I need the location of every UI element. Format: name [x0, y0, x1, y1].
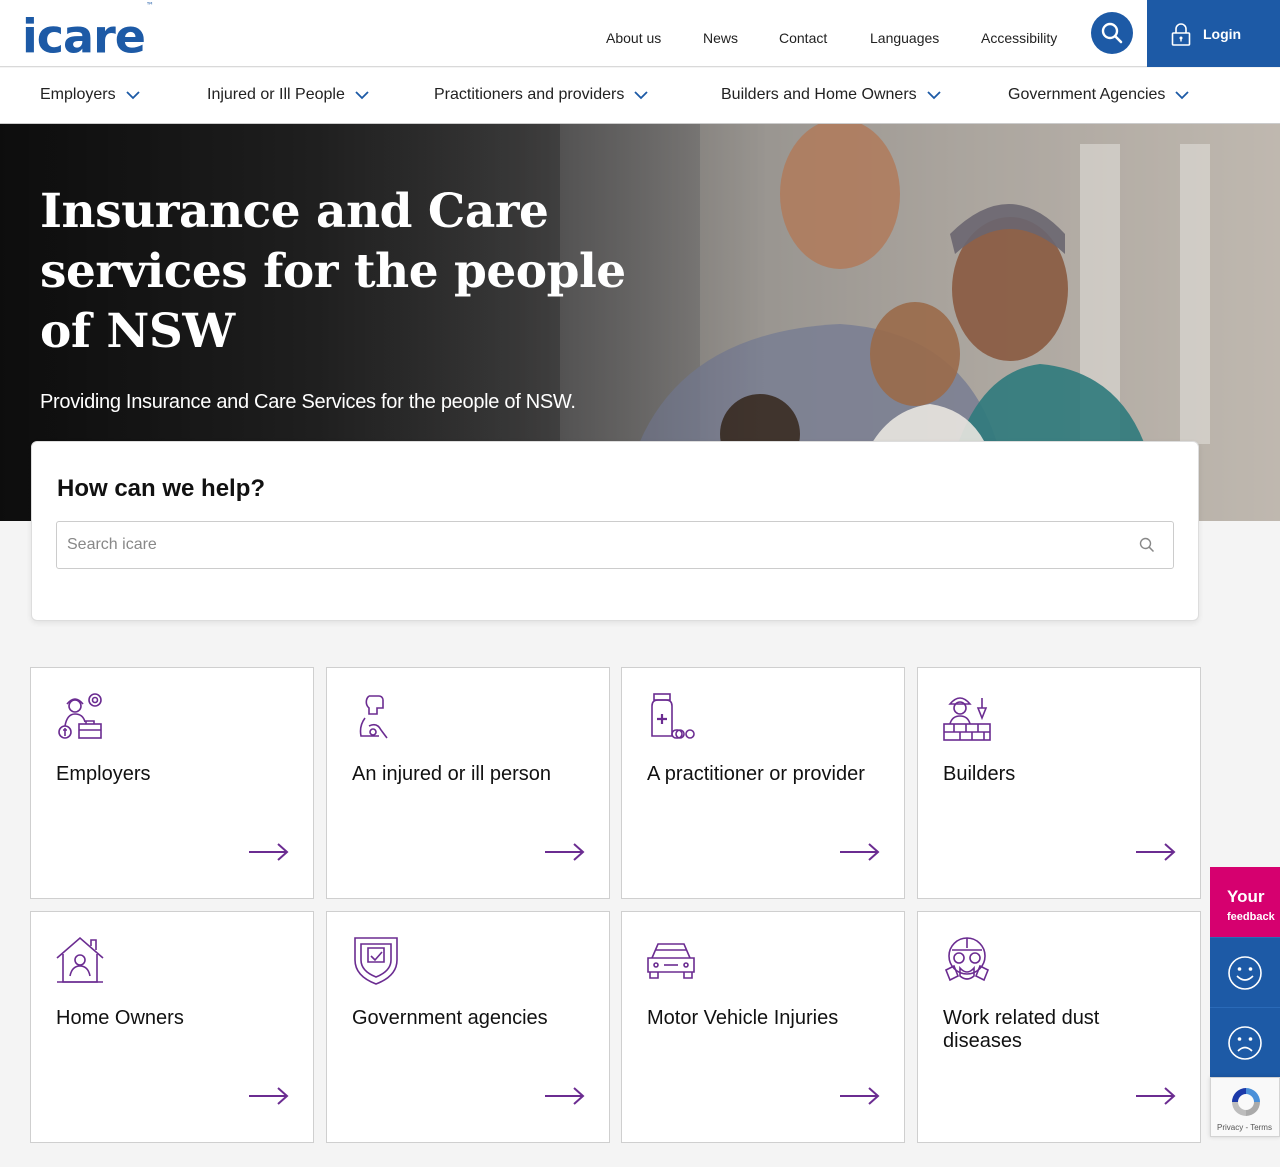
card-title: Home Owners — [56, 1007, 184, 1029]
card-title: An injured or ill person — [352, 763, 551, 785]
recaptcha-icon — [1232, 1088, 1260, 1116]
card-employers[interactable]: Employers — [30, 667, 314, 899]
nav-item-builders[interactable]: Builders and Home Owners — [721, 86, 941, 104]
medicine-icon — [651, 693, 695, 739]
about-us-link[interactable]: About us — [606, 30, 661, 46]
nav-item-government[interactable]: Government Agencies — [1008, 86, 1190, 104]
feedback-widget: Your feedback — [1210, 867, 1280, 1077]
card-injured-person[interactable]: An injured or ill person — [326, 667, 610, 899]
card-home-owners[interactable]: Home Owners — [30, 911, 314, 1143]
nav-item-label: Builders and Home Owners — [721, 86, 917, 103]
card-builders[interactable]: Builders — [917, 667, 1201, 899]
contact-link[interactable]: Contact — [779, 30, 827, 46]
arrow-right-icon — [545, 843, 585, 861]
arrow-right-icon — [249, 1087, 289, 1105]
chevron-down-icon — [927, 90, 941, 99]
languages-link[interactable]: Languages — [870, 30, 939, 46]
hero-subtitle: Providing Insurance and Care Services fo… — [40, 391, 576, 413]
search-icon[interactable] — [1139, 537, 1155, 553]
arrow-right-icon — [1136, 1087, 1176, 1105]
feedback-negative-button[interactable] — [1210, 1007, 1280, 1077]
recaptcha-terms-text: Privacy - Terms — [1217, 1123, 1272, 1132]
chevron-down-icon — [634, 90, 648, 99]
lock-icon — [1171, 22, 1191, 46]
arrow-right-icon — [840, 1087, 880, 1105]
card-motor-vehicle[interactable]: Motor Vehicle Injuries — [621, 911, 905, 1143]
chevron-down-icon — [355, 90, 369, 99]
feedback-label-big: Your — [1227, 887, 1265, 906]
search-input[interactable] — [57, 522, 1117, 568]
search-icon — [1101, 22, 1123, 44]
search-box — [56, 521, 1174, 569]
card-title: Employers — [56, 763, 151, 785]
smiley-sad-icon — [1228, 1025, 1262, 1060]
car-icon — [647, 943, 695, 979]
builder-icon — [943, 697, 991, 741]
arrow-right-icon — [840, 843, 880, 861]
card-title: Work related dust diseases — [943, 1007, 1100, 1052]
shield-icon — [354, 937, 398, 985]
nav-item-label: Employers — [40, 86, 116, 103]
card-government-agencies[interactable]: Government agencies — [326, 911, 610, 1143]
chevron-down-icon — [125, 90, 140, 99]
injured-person-icon — [359, 695, 388, 739]
login-button[interactable]: Login — [1147, 0, 1280, 67]
arrow-right-icon — [1136, 843, 1176, 861]
nav-item-label: Government Agencies — [1008, 86, 1166, 103]
card-title: Builders — [943, 763, 1016, 785]
accessibility-link[interactable]: Accessibility — [981, 30, 1057, 46]
arrow-right-icon — [249, 843, 289, 861]
card-title: Motor Vehicle Injuries — [647, 1007, 839, 1029]
arrow-right-icon — [545, 1087, 585, 1105]
nav-item-employers[interactable]: Employers — [40, 86, 140, 104]
card-title: Government agencies — [352, 1007, 548, 1029]
search-button[interactable] — [1091, 12, 1133, 54]
feedback-label-small: feedback — [1227, 911, 1275, 923]
card-title: A practitioner or provider — [647, 763, 865, 785]
smiley-happy-icon — [1228, 955, 1262, 990]
login-label: Login — [1203, 25, 1242, 42]
nav-item-label: Injured or Ill People — [207, 86, 345, 103]
utility-nav: About us News Contact Languages Accessib… — [0, 30, 1080, 50]
employer-icon — [58, 693, 102, 739]
feedback-positive-button[interactable] — [1210, 937, 1280, 1007]
nav-item-injured[interactable]: Injured or Ill People — [207, 86, 369, 104]
nav-item-label: Practitioners and providers — [434, 86, 625, 103]
news-link[interactable]: News — [703, 30, 738, 46]
top-bar: icare™ About us News Contact Languages A… — [0, 0, 1280, 67]
card-dust-diseases[interactable]: Work related dust diseases — [917, 911, 1201, 1143]
nav-item-practitioners[interactable]: Practitioners and providers — [434, 86, 648, 104]
feedback-header[interactable]: Your feedback — [1210, 867, 1280, 937]
respirator-icon — [944, 937, 990, 982]
card-practitioner[interactable]: A practitioner or provider — [621, 667, 905, 899]
hero-title: Insurance and Care services for the peop… — [40, 184, 626, 359]
help-heading: How can we help? — [57, 475, 266, 502]
recaptcha-badge[interactable]: Privacy - Terms — [1210, 1077, 1280, 1137]
help-search-panel: How can we help? — [31, 441, 1199, 621]
chevron-down-icon — [1175, 90, 1190, 99]
main-nav: Employers Injured or Ill People Practiti… — [0, 68, 1280, 124]
home-owner-icon — [56, 936, 104, 983]
